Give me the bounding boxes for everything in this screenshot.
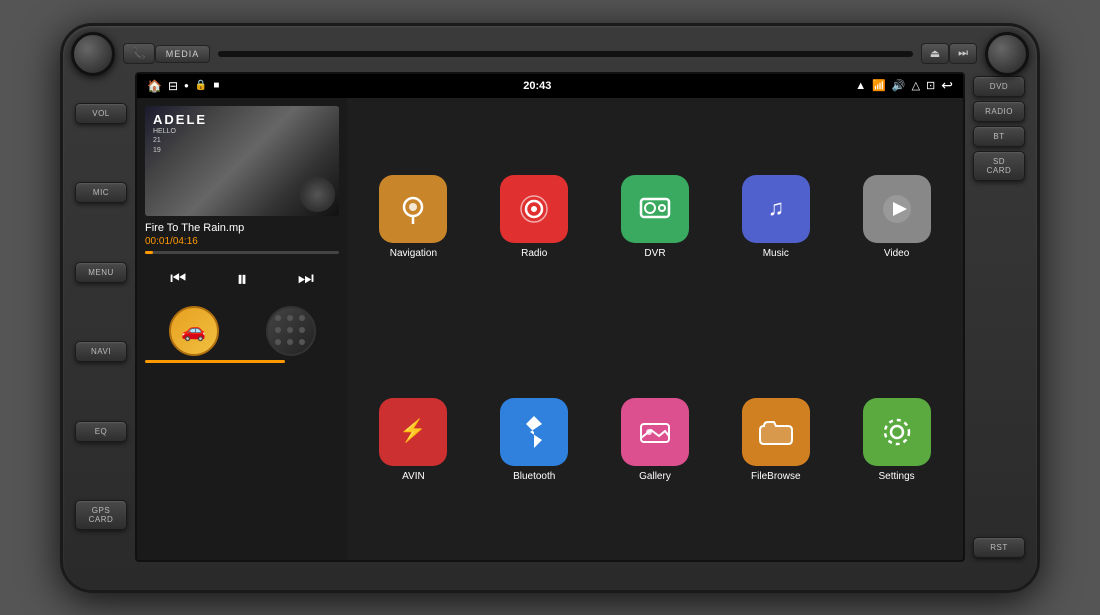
rewind-button[interactable]: ⏮ — [166, 264, 190, 293]
bluetooth-label: Bluetooth — [513, 471, 555, 482]
dvr-icon — [621, 175, 689, 243]
vol-button[interactable]: VOL — [75, 103, 127, 124]
recent-icon: ⊟ — [168, 79, 178, 93]
right-side-panel: DVD RADIO BT SDCARD RST — [965, 72, 1033, 562]
avin-icon: ⚡ — [379, 398, 447, 466]
radio-button[interactable]: RADIO — [973, 101, 1025, 122]
playback-controls: ⏮ ⏸ ⏭ — [145, 262, 339, 296]
app-settings[interactable]: Settings — [840, 333, 953, 548]
eq-button[interactable]: EQ — [75, 421, 127, 442]
stereo-unit: 📞 MEDIA ⏏ ⏭ VOL MIC MENU NAVI EQ GPSCARD… — [60, 23, 1040, 593]
right-knob[interactable] — [985, 32, 1029, 76]
next-button[interactable]: ⏭ — [949, 43, 977, 64]
home-icon[interactable]: 🏠 — [147, 79, 162, 93]
wifi-icon: ▲ — [855, 80, 866, 92]
app-music[interactable]: ♫ Music — [719, 110, 832, 325]
clock: 20:43 — [523, 80, 551, 92]
progress-fill — [145, 251, 153, 254]
main-row: VOL MIC MENU NAVI EQ GPSCARD 🏠 ⊟ ● 🔒 ■ 2… — [63, 72, 1037, 562]
navigation-label: Navigation — [390, 248, 437, 259]
screen: 🏠 ⊟ ● 🔒 ■ 20:43 ▲ 📶 🔊 △ ⊡ ↩ — [135, 72, 965, 562]
top-bar: 📞 MEDIA ⏏ ⏭ — [63, 36, 1037, 72]
car-icon-button[interactable]: 🚗 — [169, 306, 219, 356]
album-details: HELLO2119 — [153, 127, 207, 156]
rst-button[interactable]: RST — [973, 537, 1025, 558]
track-time: 00:01/04:16 — [145, 236, 339, 247]
bt-button[interactable]: BT — [973, 126, 1025, 147]
phone-button[interactable]: 📞 — [123, 43, 155, 64]
app-dvr[interactable]: DVR — [599, 110, 712, 325]
bluetooth-icon — [500, 398, 568, 466]
volume-icon: 🔊 — [892, 79, 906, 92]
total-time: 04:16 — [173, 236, 198, 247]
menu-button[interactable]: MENU — [75, 262, 127, 283]
app-navigation[interactable]: Navigation — [357, 110, 470, 325]
settings-icon — [863, 398, 931, 466]
music-label: Music — [763, 248, 789, 259]
album-artist: ADELE — [153, 112, 207, 127]
album-art: ADELE HELLO2119 — [145, 106, 339, 216]
radio-label: Radio — [521, 248, 547, 259]
video-label: Video — [884, 248, 909, 259]
notification-dot: ● — [184, 81, 189, 90]
media-button[interactable]: MEDIA — [155, 45, 211, 63]
gallery-label: Gallery — [639, 471, 671, 482]
screen-icon: ⊡ — [926, 79, 935, 92]
navi-button[interactable]: NAVI — [75, 341, 127, 362]
avin-label: AVIN — [402, 471, 425, 482]
svg-text:♫: ♫ — [768, 195, 785, 220]
screen-content: ADELE HELLO2119 Fire To The Rain.mp 00:0… — [137, 98, 963, 560]
pause-button[interactable]: ⏸ — [232, 262, 251, 296]
app-radio[interactable]: Radio — [478, 110, 591, 325]
app-filebrowser[interactable]: FileBrowse — [719, 333, 832, 548]
stereo-bottom — [63, 562, 1037, 582]
progress-bar[interactable] — [145, 251, 339, 254]
eject-button[interactable]: ⏏ — [921, 43, 949, 64]
sd-card-button[interactable]: SDCARD — [973, 151, 1025, 181]
filebrowser-icon — [742, 398, 810, 466]
left-knob[interactable] — [71, 32, 115, 76]
lock-icon: 🔒 — [195, 80, 207, 91]
gallery-icon — [621, 398, 689, 466]
settings-label: Settings — [879, 471, 915, 482]
app-bluetooth[interactable]: Bluetooth — [478, 333, 591, 548]
mic-button[interactable]: MIC — [75, 182, 127, 203]
gps-card-button[interactable]: GPSCARD — [75, 500, 127, 530]
navigation-icon — [379, 175, 447, 243]
filebrowser-label: FileBrowse — [751, 471, 800, 482]
dvd-button[interactable]: DVD — [973, 76, 1025, 97]
apps-grid: Navigation Radio DVR ♫ Music Video ⚡ AVIN Blueto… — [347, 98, 963, 560]
signal-icon: 📶 — [872, 79, 886, 92]
orange-accent-bar — [145, 360, 285, 363]
current-time: 00:01 — [145, 236, 170, 247]
menu-dots-button[interactable] — [266, 306, 316, 356]
media-panel: ADELE HELLO2119 Fire To The Rain.mp 00:0… — [137, 98, 347, 560]
svg-text:⚡: ⚡ — [400, 418, 427, 444]
music-icon: ♫ — [742, 175, 810, 243]
app-gallery[interactable]: Gallery — [599, 333, 712, 548]
fast-forward-button[interactable]: ⏭ — [294, 264, 318, 293]
app-avin[interactable]: ⚡ AVIN — [357, 333, 470, 548]
status-bar: 🏠 ⊟ ● 🔒 ■ 20:43 ▲ 📶 🔊 △ ⊡ ↩ — [137, 74, 963, 98]
triangle-icon: △ — [912, 79, 920, 92]
left-side-panel: VOL MIC MENU NAVI EQ GPSCARD — [67, 72, 135, 562]
radio-icon — [500, 175, 568, 243]
back-icon: ↩ — [941, 77, 953, 94]
app-video[interactable]: Video — [840, 110, 953, 325]
media-bottom-icons: 🚗 — [145, 306, 339, 356]
status-left-icons: 🏠 ⊟ ● 🔒 ■ — [147, 79, 219, 93]
video-icon — [863, 175, 931, 243]
track-title: Fire To The Rain.mp — [145, 222, 339, 234]
dvr-label: DVR — [644, 248, 665, 259]
status-right-icons: ▲ 📶 🔊 △ ⊡ ↩ — [855, 77, 953, 94]
battery-status-icon: ■ — [213, 80, 219, 91]
